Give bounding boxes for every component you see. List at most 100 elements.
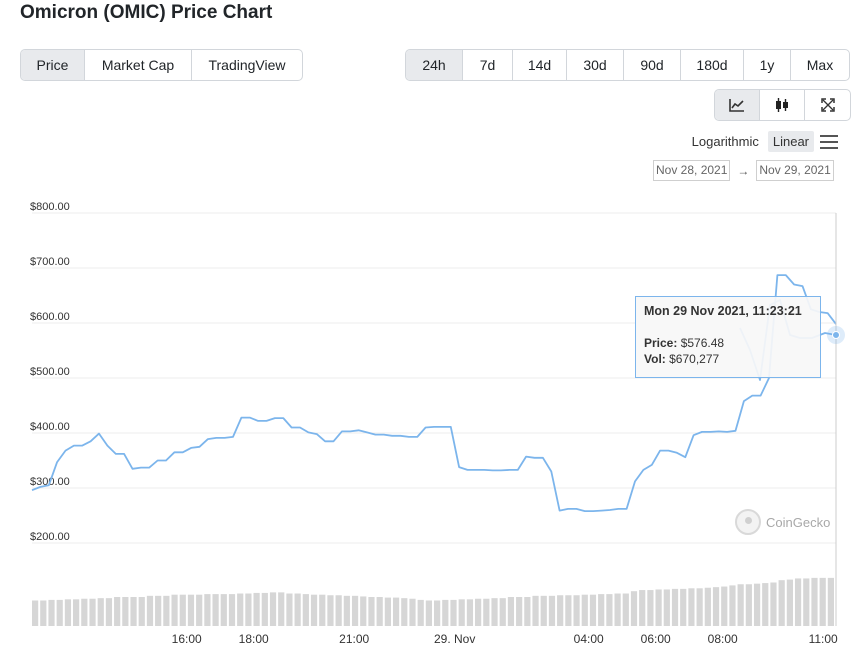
tooltip-vol-row: Vol: $670,277 [644, 351, 812, 367]
volume-bar [704, 587, 711, 626]
volume-bar [138, 597, 145, 626]
line-chart-icon [729, 99, 744, 112]
grid-lines [32, 212, 836, 544]
volume-bar [89, 598, 96, 626]
volume-bars [32, 577, 834, 626]
volume-bar [114, 597, 121, 626]
volume-bar [261, 592, 268, 626]
volume-bar [434, 600, 441, 626]
volume-bar [630, 591, 638, 626]
date-range: Nov 28, 2021 → Nov 29, 2021 [653, 160, 834, 181]
y-tick-label: $500.00 [30, 366, 70, 378]
volume-bar [483, 598, 490, 626]
volume-bar [770, 582, 777, 626]
volume-bar [171, 594, 178, 626]
range-max[interactable]: Max [791, 50, 849, 80]
tooltip-title: Mon 29 Nov 2021, 11:23:21 [644, 304, 802, 318]
volume-bar [368, 597, 375, 626]
volume-bar [811, 577, 818, 626]
range-90d[interactable]: 90d [624, 50, 681, 80]
volume-bar [647, 590, 654, 626]
volume-bar [409, 598, 416, 626]
volume-bar [122, 597, 129, 626]
volume-bar [105, 598, 113, 626]
volume-bar [220, 594, 227, 626]
volume-bar [598, 594, 605, 626]
volume-bar [245, 593, 252, 626]
candlestick-button[interactable] [760, 90, 805, 120]
volume-bar [64, 599, 72, 626]
volume-bar [524, 597, 531, 626]
volume-bar [475, 598, 482, 626]
volume-bar [794, 578, 802, 626]
y-tick-label: $700.00 [30, 256, 70, 268]
volume-bar [155, 595, 162, 626]
volume-bar [384, 597, 391, 626]
volume-bar [540, 595, 547, 626]
date-to-input[interactable]: Nov 29, 2021 [756, 160, 834, 181]
volume-bar [319, 594, 326, 626]
volume-bar [745, 584, 752, 626]
volume-bar [343, 595, 350, 626]
volume-bar [671, 588, 679, 626]
volume-bar [269, 592, 277, 626]
volume-bar [573, 595, 580, 626]
volume-bar [48, 599, 55, 626]
tooltip-price-label: Price: [644, 336, 678, 350]
volume-bar [491, 598, 498, 626]
volume-bar [179, 594, 186, 626]
volume-bar [302, 594, 309, 626]
volume-bar [442, 599, 449, 626]
range-24h[interactable]: 24h [406, 50, 463, 80]
line-chart-button[interactable] [715, 90, 760, 120]
tooltip-price-value: $576.48 [680, 336, 725, 350]
volume-bar [639, 590, 646, 626]
scale-selector: Logarithmic Linear [687, 131, 838, 152]
range-1y[interactable]: 1y [744, 50, 791, 80]
tab-price[interactable]: Price [21, 50, 85, 80]
volume-bar [417, 599, 424, 626]
volume-bar [499, 598, 506, 626]
volume-bar [425, 600, 432, 626]
range-180d[interactable]: 180d [681, 50, 744, 80]
range-30d[interactable]: 30d [567, 50, 624, 80]
volume-bar [581, 594, 588, 626]
scale-logarithmic[interactable]: Logarithmic [687, 131, 764, 152]
volume-bar [335, 595, 342, 626]
volume-bar [778, 580, 785, 626]
x-tick-label: 11:00 [809, 632, 838, 646]
volume-bar [163, 595, 170, 626]
volume-bar [130, 597, 137, 626]
volume-bar [253, 592, 260, 626]
volume-bar [187, 594, 195, 626]
tooltip-vol-label: Vol: [644, 352, 666, 366]
tab-market-cap[interactable]: Market Cap [85, 50, 192, 80]
volume-bar [278, 592, 285, 626]
x-tick-label: 21:00 [339, 632, 369, 646]
volume-bar [32, 600, 39, 626]
volume-bar [786, 579, 793, 626]
date-from-input[interactable]: Nov 28, 2021 [653, 160, 731, 181]
price-chart[interactable]: $200.00$300.00$400.00$500.00$600.00$700.… [0, 195, 852, 648]
tooltip-vol-value: $670,277 [669, 352, 720, 366]
fullscreen-button[interactable] [805, 90, 850, 120]
y-tick-label: $400.00 [30, 421, 70, 433]
range-7d[interactable]: 7d [463, 50, 513, 80]
volume-bar [97, 598, 104, 626]
volume-bar [212, 594, 219, 626]
tab-tradingview[interactable]: TradingView [192, 50, 302, 80]
range-14d[interactable]: 14d [513, 50, 567, 80]
volume-bar [81, 598, 88, 626]
volume-bar [712, 587, 720, 626]
volume-bar [721, 586, 728, 626]
volume-bar [458, 599, 465, 626]
x-tick-label: 08:00 [708, 632, 738, 646]
y-tick-label: $200.00 [30, 531, 70, 543]
volume-bar [565, 595, 572, 626]
hamburger-menu-icon[interactable] [820, 134, 838, 149]
y-tick-label: $600.00 [30, 311, 70, 323]
volume-bar [762, 583, 769, 626]
scale-linear[interactable]: Linear [767, 131, 814, 152]
arrow-right-icon: → [737, 163, 750, 178]
volume-bar [286, 593, 293, 626]
